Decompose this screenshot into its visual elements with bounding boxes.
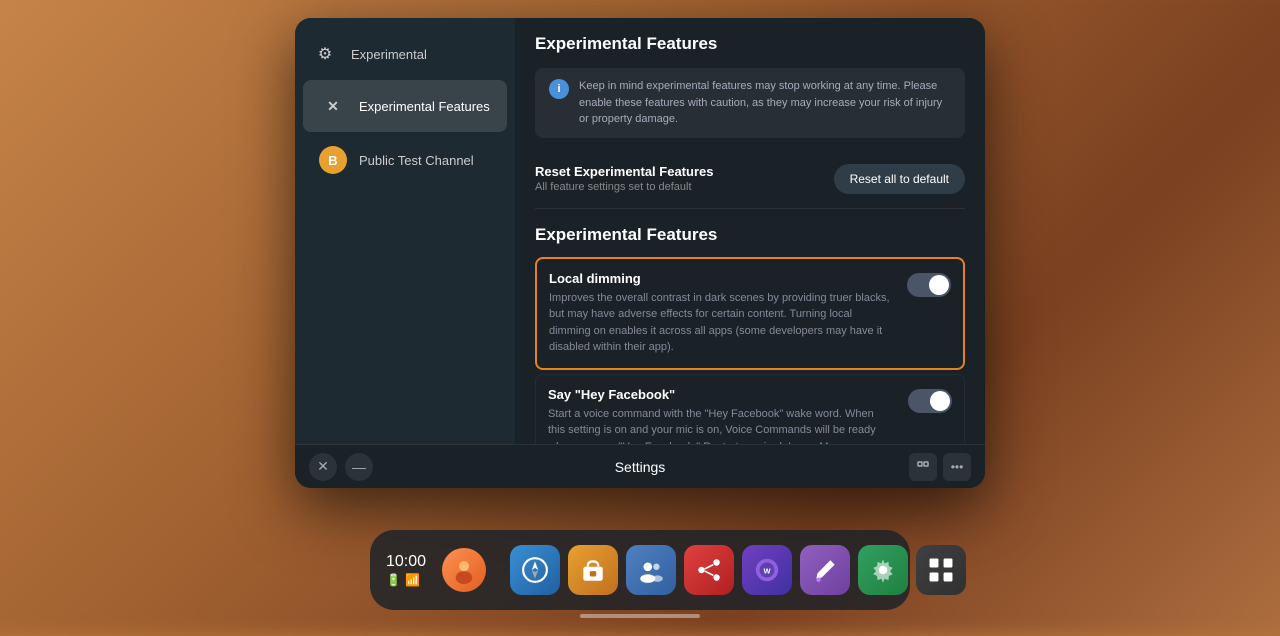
section-title: Experimental Features	[535, 34, 965, 54]
store-icon	[579, 556, 607, 584]
footer-controls-left: ✕ —	[309, 453, 373, 481]
taskbar-app-all-apps[interactable]	[916, 545, 966, 595]
info-text: Keep in mind experimental features may s…	[579, 78, 951, 128]
taskbar-app-create[interactable]	[800, 545, 850, 595]
reset-button[interactable]: Reset all to default	[834, 164, 965, 194]
xmark-icon: ✕	[319, 92, 347, 120]
taskbar-app-avatar[interactable]	[442, 548, 486, 592]
sidebar-item-public-test-channel[interactable]: B Public Test Channel	[303, 134, 507, 186]
wifi-icon: 📶	[405, 573, 420, 587]
feature-row-local-dimming: Local dimming Improves the overall contr…	[535, 257, 965, 370]
reset-label-group: Reset Experimental Features All feature …	[535, 164, 713, 193]
grid-icon	[927, 556, 955, 584]
gear-icon: ⚙	[311, 40, 339, 68]
reset-section: Reset Experimental Features All feature …	[535, 154, 965, 209]
main-content: Experimental Features i Keep in mind exp…	[515, 18, 985, 444]
taskbar-app-share[interactable]	[684, 545, 734, 595]
beta-icon: B	[319, 146, 347, 174]
feature-desc-hey-facebook: Start a voice command with the "Hey Face…	[548, 406, 892, 445]
feature-desc-local-dimming: Improves the overall contrast in dark sc…	[549, 290, 891, 356]
more-options-button[interactable]: •••	[943, 453, 971, 481]
feature-name-hey-facebook: Say "Hey Facebook"	[548, 387, 892, 402]
avatar-icon	[450, 556, 478, 584]
toggle-knob-local-dimming	[929, 275, 949, 295]
sidebar-item-label-experimental: Experimental Features	[359, 99, 490, 114]
settings-panel: ⚙ Experimental ✕ Experimental Features B…	[295, 18, 985, 488]
info-banner: i Keep in mind experimental features may…	[535, 68, 965, 138]
feature-text-local-dimming: Local dimming Improves the overall contr…	[549, 271, 891, 356]
features-section-title: Experimental Features	[535, 225, 965, 245]
info-icon: i	[549, 79, 569, 99]
svg-text:W: W	[764, 567, 772, 576]
taskbar-app-people[interactable]	[626, 545, 676, 595]
brush-icon	[811, 556, 839, 584]
sidebar-item-experimental-features[interactable]: ✕ Experimental Features	[303, 80, 507, 132]
footer-title: Settings	[615, 459, 666, 475]
window-snap-button[interactable]	[909, 453, 937, 481]
taskbar: 10:00 🔋 📶	[370, 530, 910, 610]
reset-label: Reset Experimental Features	[535, 164, 713, 179]
time-section: 10:00 🔋 📶	[386, 553, 426, 587]
taskbar-app-explore[interactable]	[510, 545, 560, 595]
footer-controls-right: •••	[909, 453, 971, 481]
sidebar-header: ⚙ Experimental	[295, 30, 515, 78]
toggle-local-dimming[interactable]	[907, 273, 951, 297]
taskbar-time: 10:00	[386, 553, 426, 571]
battery-icon: 🔋	[386, 573, 401, 587]
people-icon	[637, 556, 665, 584]
worlds-icon: W	[753, 556, 781, 584]
bottom-handle	[580, 614, 700, 618]
toggle-knob-hey-facebook	[930, 391, 950, 411]
sidebar-header-label: Experimental	[351, 47, 427, 62]
panel-body: ⚙ Experimental ✕ Experimental Features B…	[295, 18, 985, 444]
minimize-button[interactable]: —	[345, 453, 373, 481]
feature-text-hey-facebook: Say "Hey Facebook" Start a voice command…	[548, 387, 892, 445]
settings-taskbar-icon	[869, 556, 897, 584]
reset-sublabel: All feature settings set to default	[535, 181, 713, 193]
sidebar: ⚙ Experimental ✕ Experimental Features B…	[295, 18, 515, 444]
taskbar-app-store[interactable]	[568, 545, 618, 595]
feature-name-local-dimming: Local dimming	[549, 271, 891, 286]
sidebar-item-label-public-test: Public Test Channel	[359, 153, 474, 168]
taskbar-app-settings[interactable]	[858, 545, 908, 595]
share-icon	[695, 556, 723, 584]
toggle-hey-facebook[interactable]	[908, 389, 952, 413]
feature-row-hey-facebook: Say "Hey Facebook" Start a voice command…	[535, 374, 965, 445]
panel-footer: ✕ — Settings •••	[295, 444, 985, 488]
compass-icon	[521, 556, 549, 584]
taskbar-app-worlds[interactable]: W	[742, 545, 792, 595]
close-button[interactable]: ✕	[309, 453, 337, 481]
status-icons: 🔋 📶	[386, 573, 420, 587]
